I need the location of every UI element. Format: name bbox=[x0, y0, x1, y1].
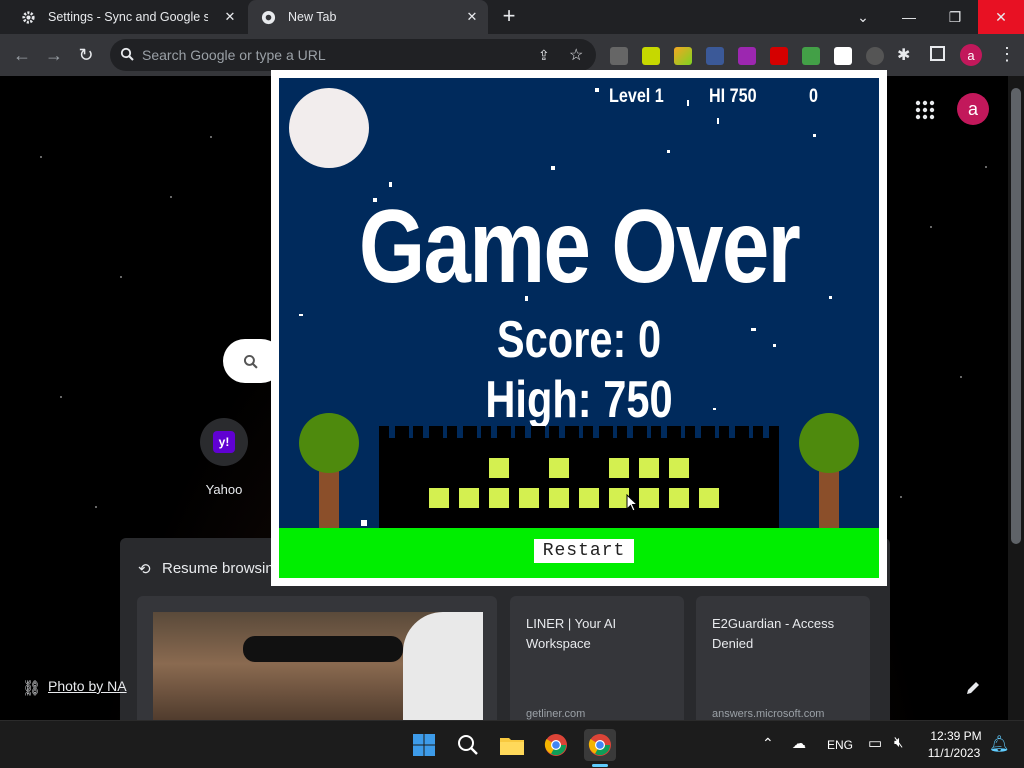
tab-settings[interactable]: Settings - Sync and Google servi ✕ bbox=[8, 0, 246, 34]
card-domain: getliner.com bbox=[526, 708, 586, 720]
language-indicator[interactable]: ENG bbox=[827, 738, 853, 752]
side-panel-icon[interactable] bbox=[930, 46, 945, 61]
tree-trunk-left bbox=[319, 468, 339, 528]
share-icon[interactable]: ⇪ bbox=[538, 47, 550, 64]
extension-icon-6[interactable] bbox=[770, 47, 788, 65]
omnibox[interactable]: Search Google or type a URL ⇪ ☆ bbox=[110, 39, 596, 71]
tree-left bbox=[299, 413, 359, 473]
hi-score-label: HI 750 bbox=[709, 86, 757, 107]
new-tab-button[interactable]: + bbox=[498, 5, 520, 28]
more-menu-icon[interactable]: ⋮ bbox=[998, 44, 1016, 65]
final-score: Score: 0 bbox=[496, 311, 662, 369]
extension-icon-3[interactable] bbox=[674, 47, 692, 65]
bookmark-star-icon[interactable]: ☆ bbox=[569, 45, 583, 65]
sunglasses-shape bbox=[243, 636, 403, 662]
apps-grid-icon[interactable] bbox=[915, 100, 935, 120]
chrome-icon bbox=[544, 734, 567, 756]
resume-card-liner[interactable]: LINER | Your AI Workspace getliner.com bbox=[510, 596, 684, 720]
onedrive-icon[interactable]: ☁ bbox=[792, 735, 806, 752]
game-over-title: Game Over bbox=[358, 189, 801, 305]
extension-icon-4[interactable] bbox=[706, 47, 724, 65]
volume-muted-icon[interactable]: 🔇︎ bbox=[894, 734, 903, 751]
scrollbar-thumb[interactable] bbox=[1011, 88, 1021, 544]
close-icon[interactable]: ✕ bbox=[222, 9, 238, 25]
journey-icon: ⟲ bbox=[138, 561, 151, 578]
chevron-up-icon[interactable]: ⌃ bbox=[762, 735, 774, 752]
current-score-label: 0 bbox=[809, 86, 818, 107]
resume-card-e2guardian[interactable]: E2Guardian - Access Denied answers.micro… bbox=[696, 596, 870, 720]
restart-button[interactable]: Restart bbox=[534, 539, 634, 563]
tab-new-tab[interactable]: New Tab ✕ bbox=[248, 0, 488, 34]
card-title: E2Guardian - Access Denied bbox=[712, 616, 835, 651]
clock-time[interactable]: 12:39 PM bbox=[928, 729, 984, 743]
tree-trunk-right bbox=[819, 468, 839, 528]
file-explorer-button[interactable] bbox=[496, 729, 528, 761]
window-shape bbox=[403, 612, 483, 720]
shortcut-yahoo[interactable]: y! bbox=[200, 418, 248, 466]
thumbnail-image bbox=[153, 612, 483, 720]
chrome-active-taskbar-button[interactable] bbox=[584, 729, 616, 761]
forward-button[interactable]: → bbox=[41, 42, 67, 68]
extension-icon-5[interactable] bbox=[738, 47, 756, 65]
mouse-cursor-icon bbox=[626, 493, 639, 512]
tab-label: Settings - Sync and Google servi bbox=[48, 10, 208, 24]
extension-icon-7[interactable] bbox=[802, 47, 820, 65]
card-domain: answers.microsoft.com bbox=[712, 708, 825, 720]
high-score: High: 750 bbox=[485, 371, 673, 429]
search-icon bbox=[120, 47, 134, 66]
resume-card-photo[interactable] bbox=[137, 596, 497, 720]
close-window-button[interactable]: ✕ bbox=[978, 0, 1024, 34]
game-canvas[interactable]: Level 1 HI 750 0 Game Over Score: 0 High… bbox=[279, 78, 879, 578]
shortcut-label: Yahoo bbox=[205, 482, 243, 497]
chrome-icon bbox=[260, 9, 276, 25]
extension-icon-1[interactable] bbox=[610, 47, 628, 65]
back-button[interactable]: ← bbox=[9, 42, 35, 68]
search-icon bbox=[458, 735, 478, 755]
tree-right bbox=[799, 413, 859, 473]
tab-search-icon[interactable]: ⌄ bbox=[840, 0, 886, 34]
gear-icon bbox=[20, 9, 36, 25]
avatar[interactable]: a bbox=[960, 44, 982, 66]
reload-button[interactable]: ↻ bbox=[73, 42, 99, 68]
resume-title[interactable]: Resume browsing bbox=[162, 560, 282, 577]
chrome-icon bbox=[588, 734, 611, 756]
windows-icon bbox=[413, 734, 435, 756]
yahoo-icon: y! bbox=[213, 431, 235, 453]
search-button[interactable] bbox=[452, 729, 484, 761]
card-title: LINER | Your AI Workspace bbox=[526, 616, 617, 651]
close-icon[interactable]: ✕ bbox=[464, 9, 480, 25]
minimize-button[interactable]: — bbox=[886, 0, 932, 34]
folder-icon bbox=[500, 738, 524, 755]
photo-credit-link[interactable]: Photo by NA bbox=[48, 678, 127, 694]
building-rubble bbox=[379, 426, 779, 440]
extension-icon-2[interactable] bbox=[642, 47, 660, 65]
link-icon: ⛓ bbox=[22, 680, 42, 697]
restore-button[interactable]: ❐ bbox=[932, 0, 978, 34]
game-popup: Level 1 HI 750 0 Game Over Score: 0 High… bbox=[271, 70, 887, 586]
start-button[interactable] bbox=[408, 729, 440, 761]
search-icon bbox=[243, 354, 258, 374]
chrome-taskbar-button[interactable] bbox=[540, 729, 572, 761]
profile-avatar[interactable]: a bbox=[957, 93, 989, 125]
omnibox-placeholder: Search Google or type a URL bbox=[142, 47, 326, 63]
extension-icon-9[interactable] bbox=[866, 47, 884, 65]
extension-icon-8[interactable] bbox=[834, 47, 852, 65]
moon bbox=[289, 88, 369, 168]
active-app-indicator bbox=[592, 764, 608, 767]
tab-strip: Settings - Sync and Google servi ✕ New T… bbox=[0, 0, 1024, 34]
puzzle-icon[interactable]: ✱ bbox=[897, 45, 910, 65]
notification-bell-icon[interactable]: 🔔︎ bbox=[989, 734, 1009, 754]
tab-label: New Tab bbox=[288, 10, 337, 24]
city-building bbox=[379, 426, 779, 528]
taskbar: ⌃ ☁ ENG ▭ 🔇︎ 12:39 PM 11/1/2023 🔔︎ bbox=[0, 720, 1024, 768]
clock-date[interactable]: 11/1/2023 bbox=[924, 746, 984, 760]
network-icon[interactable]: ▭ bbox=[868, 734, 882, 752]
level-label: Level 1 bbox=[609, 86, 664, 107]
pencil-icon[interactable] bbox=[965, 680, 983, 698]
